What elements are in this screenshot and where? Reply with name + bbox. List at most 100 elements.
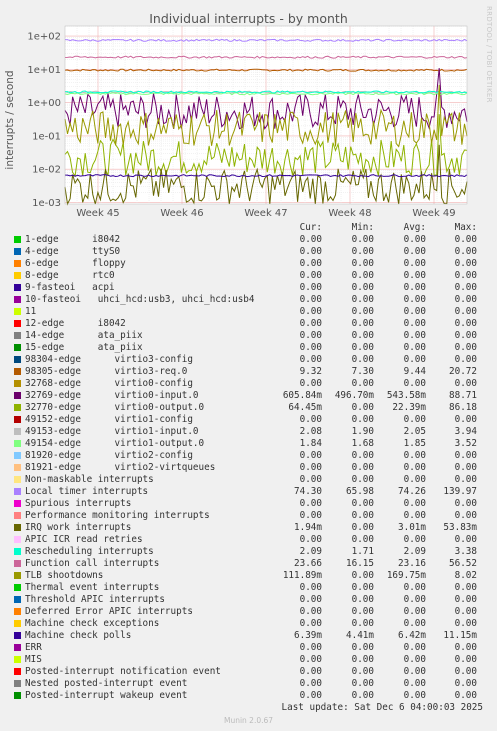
legend-value: 0.00 [351,582,374,593]
legend-value: 4.41m [346,630,374,641]
legend-value: 3.52 [454,438,477,449]
legend-swatch [14,584,21,591]
legend-swatch [14,248,21,255]
legend-value: 0.00 [351,474,374,485]
y-tick-label: 1e+01 [27,65,61,76]
legend-value: 0.00 [351,678,374,689]
legend-value: 56.52 [449,558,477,569]
legend-value: 1.94m [294,522,322,533]
legend-swatch [14,536,21,543]
legend-swatch [14,272,21,279]
legend-value: 0.00 [299,234,322,245]
legend-value: 111.89m [282,570,322,581]
legend-swatch [14,356,21,363]
legend-label: Machine check polls [25,630,132,641]
legend-value: 0.00 [351,414,374,425]
legend-value: 1.84 [299,438,322,449]
legend-swatch [14,656,21,663]
legend-value: 0.00 [299,642,322,653]
legend-value: 88.71 [449,390,477,401]
legend-label: Function call interrupts [25,558,160,569]
legend-value: 0.00 [351,378,374,389]
legend-value: 0.00 [351,522,374,533]
legend-label: 8-edge rtc0 [25,270,115,281]
x-tick-label: Week 47 [244,208,287,219]
legend-label: 1-edge i8042 [25,234,121,245]
legend-label: IRQ work interrupts [25,522,132,533]
legend-value: 0.00 [454,294,477,305]
legend-value: 0.00 [299,258,322,269]
legend-swatch [14,572,21,579]
legend-value: 53.83m [443,522,477,533]
legend-value: 9.32 [299,366,322,377]
legend-swatch [14,560,21,567]
legend-value: 0.00 [454,414,477,425]
legend-value: 0.00 [351,306,374,317]
legend-value: 0.00 [351,234,374,245]
legend-swatch [14,368,21,375]
legend-value: 0.00 [351,258,374,269]
legend-value: 65.98 [346,486,374,497]
legend-swatch [14,500,21,507]
legend-value: 0.00 [454,258,477,269]
legend-value: 0.00 [454,642,477,653]
legend-value: 0.00 [454,534,477,545]
legend-value: 0.00 [299,534,322,545]
legend-value: 64.45m [288,402,322,413]
legend-value: 0.00 [454,690,477,701]
legend-label: 81920-edge virtio2-config [25,450,193,461]
legend-value: 0.00 [454,510,477,521]
legend-value: 0.00 [351,654,374,665]
legend-value: 0.00 [299,330,322,341]
legend-label: 11 [25,306,37,317]
legend-label: 9-fasteoi acpi [25,282,115,293]
legend-swatch [14,512,21,519]
legend-value: 0.00 [351,666,374,677]
legend-value: 0.00 [351,450,374,461]
legend-value: 0.00 [351,342,374,353]
legend-swatch [14,236,21,243]
legend-header: Min: [351,222,374,233]
legend-value: 3.94 [454,426,477,437]
legend-value: 11.15m [443,630,477,641]
legend-value: 0.00 [454,462,477,473]
legend-label: 4-edge ttyS0 [25,246,121,257]
legend-value: 0.00 [454,618,477,629]
legend-header: Cur: [299,222,322,233]
legend-value: 23.66 [294,558,322,569]
legend-label: Threshold APIC interrupts [25,594,165,605]
legend-value: 1.90 [351,426,374,437]
legend-label: 98305-edge virtio3-req.0 [25,366,188,377]
legend-value: 0.00 [454,378,477,389]
legend-label: 98304-edge virtio3-config [25,354,193,365]
legend-value: 0.00 [351,534,374,545]
x-tick-label: Week 49 [412,208,455,219]
legend-value: 0.00 [299,582,322,593]
legend-value: 0.00 [454,342,477,353]
legend-value: 0.00 [351,294,374,305]
legend-value: 20.72 [449,366,477,377]
legend-swatch [14,440,21,447]
legend-label: 49154-edge virtio1-output.0 [25,438,205,449]
legend-label: Local timer interrupts [25,486,149,497]
legend-value: 0.00 [351,282,374,293]
legend-value: 7.30 [351,366,374,377]
y-tick-label: 1e+02 [27,32,61,43]
legend-label: 32768-edge virtio0-config [25,378,193,389]
legend-value: 0.00 [454,306,477,317]
legend-label: 12-edge i8042 [25,318,126,329]
legend-value: 0.00 [351,618,374,629]
legend-value: 0.00 [299,354,322,365]
legend-value: 0.00 [454,246,477,257]
legend-value: 0.00 [299,318,322,329]
legend-value: 0.00 [299,462,322,473]
legend-swatch [14,380,21,387]
legend-swatch [14,632,21,639]
legend-value: 0.00 [351,318,374,329]
legend-label: Posted-interrupt wakeup event [25,690,188,701]
x-tick-label: Week 48 [328,208,371,219]
legend-value: 0.00 [454,582,477,593]
legend-value: 0.00 [351,462,374,473]
legend-value: 0.00 [299,510,322,521]
legend-value: 0.00 [299,606,322,617]
